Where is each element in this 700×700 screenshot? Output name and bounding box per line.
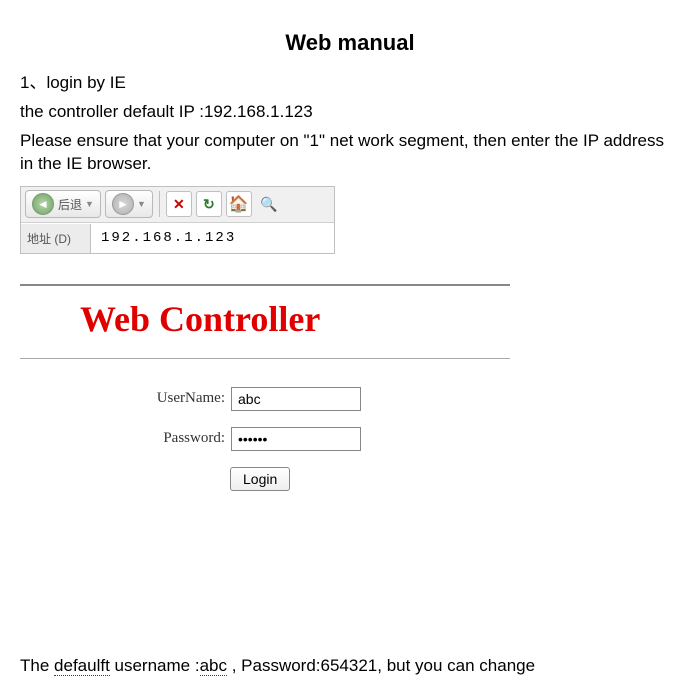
- footer-text: username :: [110, 656, 200, 675]
- login-button[interactable]: Login: [230, 467, 290, 491]
- page-title: Web manual: [20, 30, 680, 56]
- forward-button[interactable]: ► ▼: [105, 190, 153, 218]
- intro-line-1: 1、login by IE: [20, 72, 680, 95]
- controller-heading: Web Controller: [20, 298, 680, 340]
- search-icon: 🔍: [260, 196, 277, 213]
- search-button[interactable]: 🔍: [256, 191, 282, 217]
- password-label: Password:: [140, 430, 225, 447]
- intro-line-3: Please ensure that your computer on "1" …: [20, 130, 680, 176]
- login-form: UserName: Password: Login: [20, 387, 510, 491]
- password-row: Password:: [20, 427, 510, 451]
- divider: [20, 358, 510, 359]
- login-row: Login: [20, 467, 510, 491]
- refresh-button[interactable]: ↻: [196, 191, 222, 217]
- home-icon: 🏠: [229, 194, 249, 214]
- password-input[interactable]: [231, 427, 361, 451]
- ie-toolbar-row-address: 地址 (D): [21, 223, 334, 253]
- back-button[interactable]: ◄ 后退 ▼: [25, 190, 101, 218]
- home-button[interactable]: 🏠: [226, 191, 252, 217]
- dropdown-icon: ▼: [85, 199, 94, 209]
- footer-text: The: [20, 656, 54, 675]
- intro-line-2: the controller default IP :192.168.1.123: [20, 101, 680, 124]
- toolbar-separator: [159, 191, 160, 217]
- username-row: UserName:: [20, 387, 510, 411]
- footer-note: The defaulft username :abc , Password:65…: [20, 656, 535, 676]
- address-label: 地址 (D): [21, 224, 91, 253]
- username-label: UserName:: [140, 390, 225, 407]
- dropdown-icon: ▼: [137, 199, 146, 209]
- back-arrow-icon: ◄: [32, 193, 54, 215]
- forward-arrow-icon: ►: [112, 193, 134, 215]
- address-input[interactable]: [91, 224, 334, 253]
- footer-abc: abc: [200, 656, 227, 676]
- ie-toolbar: ◄ 后退 ▼ ► ▼ ✕ ↻ 🏠 🔍 地址 (D): [20, 186, 335, 254]
- refresh-icon: ↻: [203, 196, 215, 213]
- username-input[interactable]: [231, 387, 361, 411]
- ie-toolbar-row-buttons: ◄ 后退 ▼ ► ▼ ✕ ↻ 🏠 🔍: [21, 187, 334, 223]
- stop-button[interactable]: ✕: [166, 191, 192, 217]
- back-button-label: 后退: [58, 196, 82, 213]
- footer-defaulft: defaulft: [54, 656, 110, 676]
- footer-text: , Password:654321, but you can change: [227, 656, 535, 675]
- divider: [20, 284, 510, 286]
- stop-icon: ✕: [173, 196, 185, 213]
